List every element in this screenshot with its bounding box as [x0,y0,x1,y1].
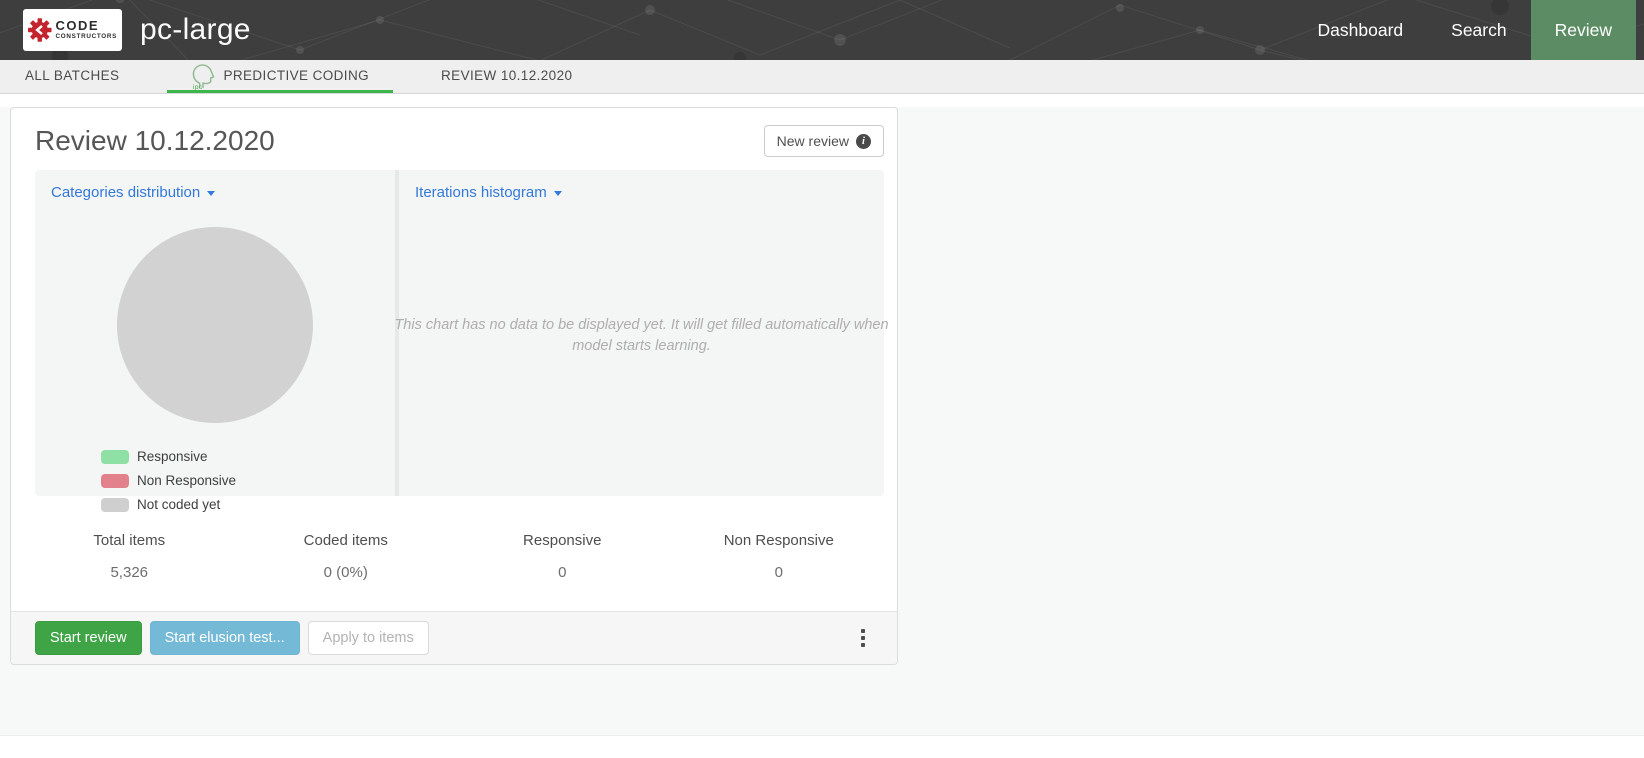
stat-label: Non Responsive [671,532,888,549]
tab-all-batches-label: ALL BATCHES [25,68,119,83]
logo-text-line2: CONSTRUCTORS [56,34,117,40]
stat-responsive: Responsive 0 [454,532,671,581]
legend-item-not-coded-yet[interactable]: Not coded yet [101,497,220,512]
svg-text:ipc: ipc [193,84,203,90]
categories-distribution-panel: Categories distribution Responsive Non R… [35,170,395,496]
new-review-button[interactable]: New review i [764,125,884,157]
caret-down-icon [554,191,562,196]
tab-review-10-12-2020[interactable]: REVIEW 10.12.2020 [439,60,574,93]
kebab-menu-icon[interactable] [855,625,871,651]
categories-pie-chart [117,227,313,423]
tab-review-label: REVIEW 10.12.2020 [441,68,572,83]
stat-value: 0 [671,564,888,581]
stat-label: Coded items [238,532,455,549]
legend-item-non-responsive[interactable]: Non Responsive [101,473,236,488]
start-review-button[interactable]: Start review [35,621,142,655]
stat-value: 0 [454,564,671,581]
batch-tab-bar: ALL BATCHES ipc PREDICTIVE CODING REVIEW… [0,60,1644,94]
app-logo[interactable]: CODE CONSTRUCTORS [23,9,122,51]
stat-value: 5,326 [21,564,238,581]
stat-value: 0 (0%) [238,564,455,581]
histogram-empty-message: This chart has no data to be displayed y… [392,315,892,357]
nav-dashboard[interactable]: Dashboard [1294,0,1428,60]
legend-label-responsive: Responsive [137,449,208,464]
main-content-area: Review 10.12.2020 New review i Categorie… [0,107,1644,736]
legend-label-not-coded-yet: Not coded yet [137,497,220,512]
nav-review[interactable]: Review [1531,0,1636,60]
stat-label: Responsive [454,532,671,549]
iterations-histogram-title: Iterations histogram [415,184,547,201]
pie-legend: Responsive Non Responsive Not coded yet [101,449,351,512]
logo-text-line1: CODE [56,19,117,32]
logo-gear-icon [28,15,52,45]
tab-all-batches[interactable]: ALL BATCHES [23,60,121,93]
stat-non-responsive: Non Responsive 0 [671,532,888,581]
legend-label-non-responsive: Non Responsive [137,473,236,488]
stats-row: Total items 5,326 Coded items 0 (0%) Res… [11,496,897,611]
new-review-label: New review [777,133,849,149]
review-card-header: Review 10.12.2020 New review i [11,108,897,170]
legend-swatch-not-coded-yet [101,498,129,512]
project-title: pc-large [140,13,251,47]
review-card: Review 10.12.2020 New review i Categorie… [10,107,898,665]
legend-item-responsive[interactable]: Responsive [101,449,208,464]
card-footer: Start review Start elusion test... Apply… [11,611,897,664]
iterations-histogram-panel: Iterations histogram This chart has no d… [399,170,884,496]
tab-predictive-coding-label: PREDICTIVE CODING [223,68,369,83]
caret-down-icon [207,191,215,196]
predictive-coding-head-icon: ipc [191,63,216,90]
start-elusion-test-button[interactable]: Start elusion test... [150,621,300,655]
charts-row: Categories distribution Responsive Non R… [35,170,884,496]
stat-label: Total items [21,532,238,549]
categories-distribution-title: Categories distribution [51,184,200,201]
info-icon: i [856,134,871,149]
nav-search[interactable]: Search [1427,0,1530,60]
page-title: Review 10.12.2020 [35,125,275,157]
apply-to-items-button: Apply to items [308,621,429,655]
categories-distribution-dropdown[interactable]: Categories distribution [51,184,215,201]
page-bottom-strip [0,736,1644,758]
iterations-histogram-dropdown[interactable]: Iterations histogram [415,184,562,201]
legend-swatch-responsive [101,450,129,464]
legend-swatch-non-responsive [101,474,129,488]
app-header: CODE CONSTRUCTORS pc-large Dashboard Sea… [0,0,1644,60]
stat-coded-items: Coded items 0 (0%) [238,532,455,581]
top-nav: Dashboard Search Review [1294,0,1636,60]
stat-total-items: Total items 5,326 [21,532,238,581]
tab-predictive-coding[interactable]: ipc PREDICTIVE CODING [167,60,393,93]
